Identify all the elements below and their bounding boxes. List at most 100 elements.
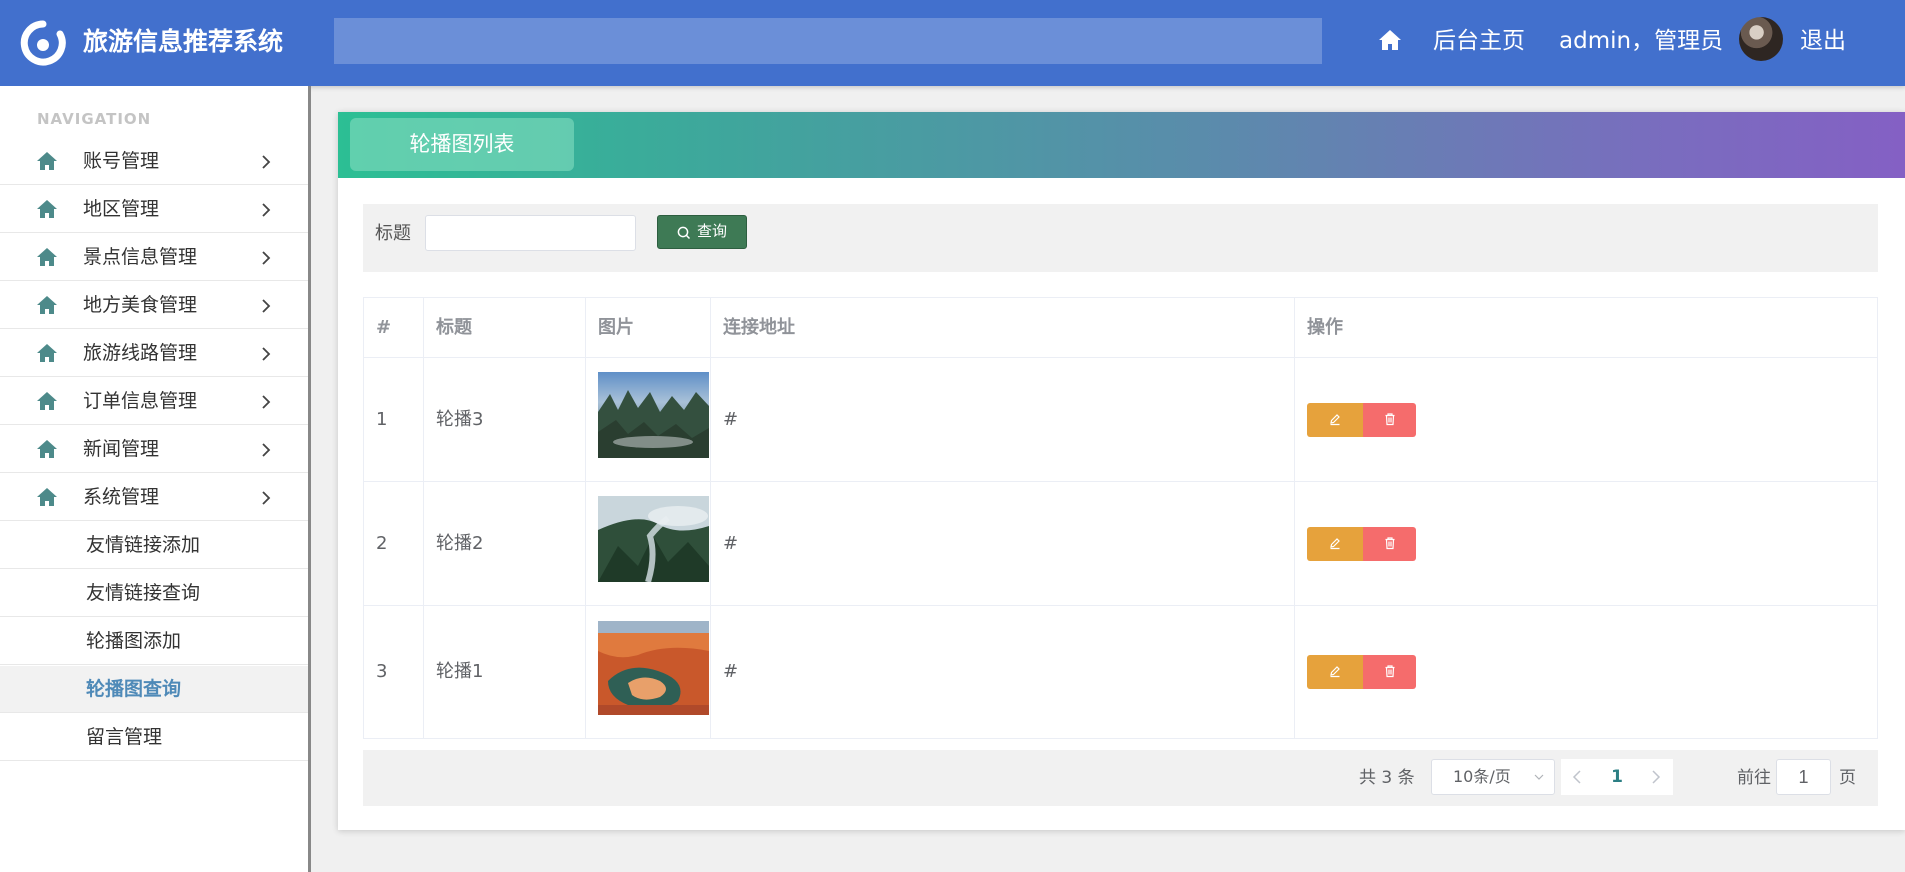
delete-button[interactable] <box>1363 655 1416 689</box>
column-header-image: 图片 <box>586 298 711 357</box>
home-icon <box>37 392 57 410</box>
card-title-tab[interactable]: 轮播图列表 <box>350 118 574 171</box>
edit-icon <box>1330 537 1340 549</box>
table-header-row: # 标题 图片 连接地址 操作 <box>364 298 1877 358</box>
sidebar-item-attractions[interactable]: 景点信息管理 <box>0 234 308 281</box>
sidebar-item-label: 系统管理 <box>83 486 160 508</box>
app-logo-icon <box>20 20 66 66</box>
edit-icon <box>1330 413 1340 425</box>
sidebar-subitem-label: 留言管理 <box>86 726 163 748</box>
chevron-right-icon <box>262 203 271 217</box>
home-icon <box>37 248 57 266</box>
edit-button[interactable] <box>1307 403 1363 437</box>
sidebar-item-label: 地区管理 <box>83 198 160 220</box>
carousel-thumbnail-red-canyon[interactable] <box>598 621 709 715</box>
sidebar-item-label: 地方美食管理 <box>83 294 198 316</box>
prev-page-button[interactable] <box>1561 759 1595 795</box>
row-title: 轮播1 <box>424 606 586 738</box>
query-button-label: 查询 <box>697 223 728 240</box>
search-icon <box>677 226 691 240</box>
carousel-table: # 标题 图片 连接地址 操作 1 轮播3 # 2 轮播2 # 3 轮播1 # <box>363 297 1878 739</box>
app-title: 旅游信息推荐系统 <box>83 27 284 56</box>
query-button[interactable]: 查询 <box>657 215 747 249</box>
trash-icon <box>1385 412 1394 425</box>
sidebar-item-news[interactable]: 新闻管理 <box>0 426 308 473</box>
trash-icon <box>1385 664 1394 677</box>
edit-button[interactable] <box>1307 527 1363 561</box>
row-index: 1 <box>364 358 424 481</box>
page-number-current[interactable]: 1 <box>1595 759 1639 795</box>
column-header-index: # <box>364 298 424 357</box>
home-icon <box>37 152 57 170</box>
chevron-left-icon <box>1572 770 1581 784</box>
goto-page-input[interactable] <box>1776 759 1831 795</box>
delete-button[interactable] <box>1363 403 1416 437</box>
trash-icon <box>1385 536 1394 549</box>
sidebar-subitem-carousel-query[interactable]: 轮播图查询 <box>0 666 308 713</box>
sidebar-item-orders[interactable]: 订单信息管理 <box>0 378 308 425</box>
chevron-right-icon <box>262 155 271 169</box>
row-index: 3 <box>364 606 424 738</box>
carousel-thumbnail-karst-mountains[interactable] <box>598 372 709 458</box>
goto-unit-label: 页 <box>1839 768 1856 788</box>
card-header: 轮播图列表 <box>338 112 1905 178</box>
page-size-select[interactable]: 10条/页 <box>1431 759 1555 795</box>
row-title: 轮播2 <box>424 482 586 605</box>
current-user-label: admin，管理员 <box>1559 28 1724 54</box>
row-index: 2 <box>364 482 424 605</box>
chevron-right-icon <box>1652 770 1661 784</box>
delete-button[interactable] <box>1363 527 1416 561</box>
chevron-right-icon <box>262 251 271 265</box>
header-search-bar[interactable] <box>334 18 1322 64</box>
sidebar: NAVIGATION 账号管理 地区管理 景点信息管理 地方美食管理 旅游线路管… <box>0 86 311 872</box>
table-row: 1 轮播3 # <box>364 358 1877 482</box>
sidebar-subitem-label: 友情链接添加 <box>86 534 201 556</box>
page-size-value: 10条/页 <box>1453 767 1511 786</box>
sidebar-subitem-friend-link-query[interactable]: 友情链接查询 <box>0 570 308 617</box>
edit-button[interactable] <box>1307 655 1363 689</box>
chevron-right-icon <box>262 395 271 409</box>
home-icon <box>37 296 57 314</box>
home-icon <box>37 200 57 218</box>
edit-icon <box>1330 665 1340 677</box>
table-row: 3 轮播1 # <box>364 606 1877 738</box>
sidebar-subitem-friend-link-add[interactable]: 友情链接添加 <box>0 522 308 569</box>
table-row: 2 轮播2 # <box>364 482 1877 606</box>
home-icon[interactable] <box>1378 29 1402 51</box>
avatar[interactable] <box>1739 17 1783 61</box>
sidebar-subitem-label: 轮播图查询 <box>86 678 182 700</box>
home-icon <box>37 440 57 458</box>
column-header-link: 连接地址 <box>711 298 1295 357</box>
sidebar-subitem-messages[interactable]: 留言管理 <box>0 714 308 761</box>
sidebar-item-routes[interactable]: 旅游线路管理 <box>0 330 308 377</box>
row-actions <box>1295 358 1877 481</box>
row-image-cell <box>586 358 711 481</box>
chevron-right-icon <box>262 299 271 313</box>
carousel-thumbnail-river-valley[interactable] <box>598 496 709 582</box>
next-page-button[interactable] <box>1639 759 1673 795</box>
sidebar-item-regions[interactable]: 地区管理 <box>0 186 308 233</box>
sidebar-item-system[interactable]: 系统管理 <box>0 474 308 521</box>
filter-bar: 标题 查询 <box>363 204 1878 272</box>
row-link: # <box>711 482 1295 605</box>
home-icon <box>37 344 57 362</box>
nav-heading: NAVIGATION <box>37 110 152 128</box>
logout-link[interactable]: 退出 <box>1800 22 1846 60</box>
row-link: # <box>711 606 1295 738</box>
sidebar-item-food[interactable]: 地方美食管理 <box>0 282 308 329</box>
column-header-actions: 操作 <box>1307 317 1343 338</box>
pagination-total: 共 3 条 <box>1359 768 1415 788</box>
sidebar-item-accounts[interactable]: 账号管理 <box>0 138 308 185</box>
title-filter-label: 标题 <box>375 223 411 244</box>
carousel-list-card: 轮播图列表 标题 查询 # 标题 图片 连接地址 操作 1 轮播3 # 2 轮播… <box>338 112 1905 830</box>
row-image-cell <box>586 606 711 738</box>
title-filter-input[interactable] <box>425 215 636 251</box>
home-icon <box>37 488 57 506</box>
chevron-right-icon <box>262 347 271 361</box>
admin-home-link[interactable]: 后台主页 <box>1433 22 1525 60</box>
sidebar-subitem-carousel-add[interactable]: 轮播图添加 <box>0 618 308 665</box>
sidebar-subitem-label: 轮播图添加 <box>86 630 182 652</box>
sidebar-item-label: 景点信息管理 <box>83 246 198 268</box>
chevron-right-icon <box>262 443 271 457</box>
row-actions <box>1295 482 1877 605</box>
